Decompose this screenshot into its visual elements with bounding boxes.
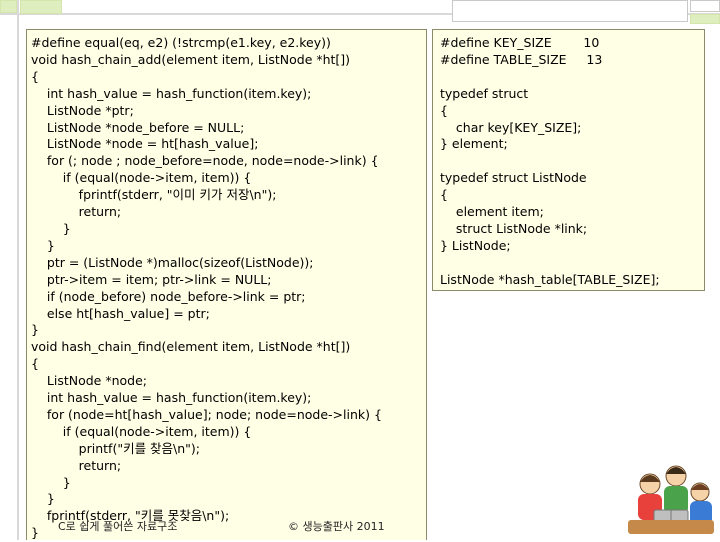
code-line: { <box>31 68 39 84</box>
code-line: void hash_chain_add(element item, ListNo… <box>31 51 351 67</box>
code-line: printf("키를 찾음\n"); <box>31 440 201 456</box>
code-line: } <box>31 525 39 541</box>
decor-square <box>690 0 720 12</box>
code-line: } <box>31 220 71 236</box>
hash-chain-code: #define equal(eq, e2) (!strcmp(e1.key, e… <box>31 35 382 542</box>
code-line: ptr = (ListNode *)malloc(sizeof(ListNode… <box>31 254 314 270</box>
decor-square <box>690 14 720 24</box>
decor-square <box>0 0 17 13</box>
code-line: #define equal(eq, e2) (!strcmp(e1.key, e… <box>31 35 331 50</box>
code-line: if (node_before) node_before->link = ptr… <box>31 288 306 304</box>
code-line: } <box>31 237 55 253</box>
definition-line: char key[KEY_SIZE]; <box>440 119 582 135</box>
code-line: { <box>31 356 39 372</box>
definition-line: } ListNode; <box>440 237 511 253</box>
code-line: ListNode *ptr; <box>31 102 134 118</box>
code-line: for (; node ; node_before=node, node=nod… <box>31 153 379 169</box>
decor-square <box>452 0 688 22</box>
definition-line: #define TABLE_SIZE 13 <box>440 51 603 67</box>
definition-line: { <box>440 187 448 203</box>
definition-line: typedef struct ListNode <box>440 170 587 186</box>
code-line: ListNode *node; <box>31 373 147 389</box>
book-title-footer: C로 쉽게 풀어쓴 자료구조 <box>58 520 178 533</box>
code-line: ptr->item = item; ptr->link = NULL; <box>31 271 272 287</box>
code-line: fprintf(stderr, "이미 키가 저장\n"); <box>31 187 277 203</box>
definition-line: { <box>440 102 448 118</box>
code-line: } <box>31 322 39 338</box>
code-line: else ht[hash_value] = ptr; <box>31 305 210 321</box>
code-line: ListNode *node_before = NULL; <box>31 119 245 135</box>
code-line: } <box>31 491 55 507</box>
code-line: ListNode *node = ht[hash_value]; <box>31 136 259 152</box>
code-line: if (equal(node->item, item)) { <box>31 170 252 186</box>
code-line: int hash_value = hash_function(item.key)… <box>31 390 312 406</box>
definition-line: typedef struct <box>440 85 529 101</box>
definition-line: element item; <box>440 204 544 220</box>
code-line: return; <box>31 457 122 473</box>
definition-line: #define KEY_SIZE 10 <box>440 35 600 50</box>
decor-square <box>20 0 62 14</box>
copyright-footer: © 생능출판사 2011 <box>288 520 385 533</box>
code-line: if (equal(node->item, item)) { <box>31 423 252 439</box>
children-reading-illustration <box>628 465 714 534</box>
code-line: void hash_chain_find(element item, ListN… <box>31 339 351 355</box>
grid-line-vertical <box>17 0 19 540</box>
code-line: return; <box>31 204 122 220</box>
code-line: } <box>31 474 71 490</box>
code-line: for (node=ht[hash_value]; node; node=nod… <box>31 406 382 422</box>
definition-line: } element; <box>440 136 508 152</box>
definition-line: ListNode *hash_table[TABLE_SIZE]; <box>440 271 660 287</box>
type-definitions-code: #define KEY_SIZE 10 #define TABLE_SIZE 1… <box>440 35 660 289</box>
definition-line: struct ListNode *link; <box>440 220 588 236</box>
code-line: int hash_value = hash_function(item.key)… <box>31 85 312 101</box>
